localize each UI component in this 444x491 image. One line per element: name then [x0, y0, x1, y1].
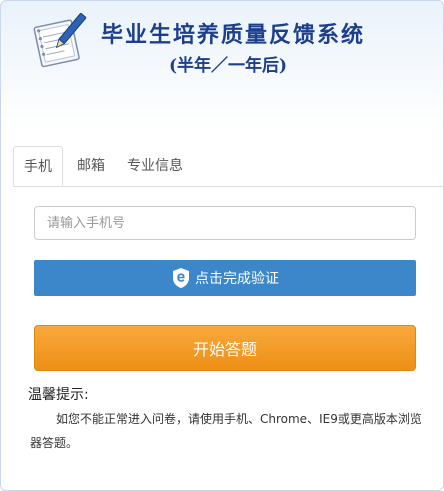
page-subtitle: (半年／一年后)	[169, 56, 288, 76]
page-title: 毕业生培养质量反馈系统	[101, 22, 366, 48]
login-tabs: 手机 邮箱 专业信息	[13, 146, 444, 187]
tips-title: 温馨提示:	[28, 387, 89, 403]
tab-major-info[interactable]: 专业信息	[123, 146, 187, 186]
start-answering-button[interactable]: 开始答题	[34, 325, 416, 371]
verify-button-label: 点击完成验证	[195, 271, 279, 287]
shield-e-icon	[173, 268, 189, 288]
verify-button[interactable]: 点击完成验证	[34, 260, 416, 296]
phone-input[interactable]	[34, 206, 416, 240]
tips-text: 如您不能正常进入问卷，请使用手机、Chrome、IE9或更高版本浏览器答题。	[30, 412, 422, 450]
tab-phone[interactable]: 手机	[13, 146, 63, 186]
page-frame: 毕业生培养质量反馈系统 (半年／一年后) 手机 邮箱 专业信息 点击完成验证 开…	[0, 0, 444, 491]
notebook-pen-icon	[33, 13, 87, 68]
tab-email[interactable]: 邮箱	[71, 146, 111, 186]
header: 毕业生培养质量反馈系统 (半年／一年后)	[1, 1, 444, 91]
